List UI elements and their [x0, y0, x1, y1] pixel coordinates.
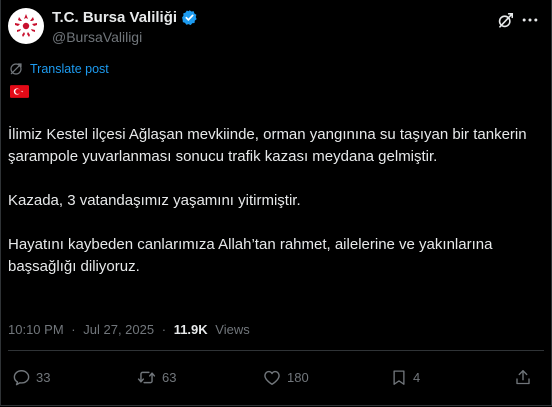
views-label: Views [215, 322, 250, 337]
heart-icon [264, 370, 280, 385]
author-name-row[interactable]: T.C. Bursa Valiliği [52, 9, 198, 26]
like-button[interactable]: 180 [262, 368, 309, 387]
reply-count: 33 [36, 370, 51, 385]
reply-button[interactable]: 33 [12, 368, 50, 387]
grok-button[interactable] [494, 9, 516, 31]
verified-badge-icon [181, 9, 198, 26]
bookmark-button[interactable]: 4 [390, 368, 420, 387]
post-paragraph-2: Kazada, 3 vatandaşımız yaşamını yitirmiş… [8, 192, 301, 209]
post-paragraph-1: İlimiz Kestel ilçesi Ağlaşan mevkiinde, … [8, 126, 527, 165]
divider [8, 350, 544, 351]
post-time[interactable]: 10:10 PM [8, 322, 64, 337]
repost-count: 63 [162, 370, 177, 385]
author-handle[interactable]: @BursaValiligi [52, 29, 142, 45]
reply-icon [13, 370, 30, 386]
grok-icon [498, 12, 513, 28]
bookmark-count: 4 [413, 370, 421, 385]
like-count: 180 [287, 370, 309, 385]
post-paragraph-3: Hayatını kaybeden canlarımıza Allah’tan … [8, 236, 493, 275]
views-count[interactable]: 11.9K [174, 322, 208, 337]
turkey-flag-icon [10, 85, 29, 98]
post-meta: 10:10 PM · Jul 27, 2025 · 11.9K Views [8, 322, 250, 337]
avatar[interactable] [8, 8, 44, 44]
share-button[interactable] [514, 368, 532, 387]
action-bar: 33 63 180 4 [0, 368, 552, 392]
more-icon [522, 18, 538, 22]
repost-icon [137, 371, 156, 384]
more-options-button[interactable] [518, 9, 542, 31]
bookmark-icon [393, 370, 405, 385]
author-display-name[interactable]: T.C. Bursa Valiliği [52, 9, 177, 26]
post-date[interactable]: Jul 27, 2025 [83, 322, 154, 337]
translate-icon [10, 63, 22, 75]
bursa-governorship-logo-icon [9, 9, 43, 43]
translate-post-link[interactable]: Translate post [8, 61, 109, 77]
translate-post-label[interactable]: Translate post [30, 62, 109, 76]
post-text: İlimiz Kestel ilçesi Ağlaşan mevkiinde, … [8, 124, 538, 278]
repost-button[interactable]: 63 [136, 368, 176, 387]
meta-separator: · [71, 322, 76, 337]
meta-separator-2: · [161, 322, 167, 337]
share-icon [516, 370, 530, 385]
